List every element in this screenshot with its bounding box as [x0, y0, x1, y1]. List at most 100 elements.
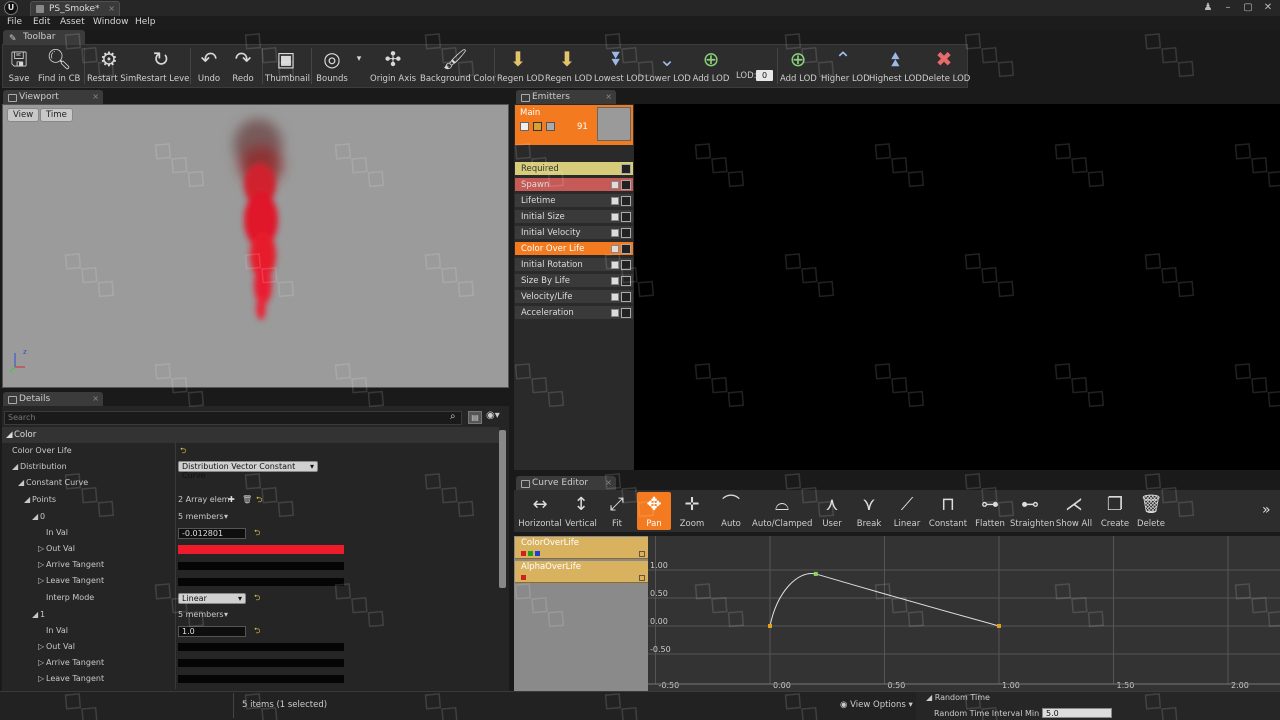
- add-lod-button[interactable]: ⊕ Add LOD: [692, 46, 730, 86]
- menu-asset[interactable]: Asset: [60, 17, 85, 27]
- redo-button[interactable]: ↷ Redo: [228, 46, 258, 86]
- menu-edit[interactable]: Edit: [33, 17, 50, 27]
- alpha-channel-icon[interactable]: [521, 575, 526, 580]
- delete-lod-button[interactable]: ✖ Delete LOD: [922, 46, 970, 86]
- document-tab[interactable]: PS_Smoke* ×: [30, 1, 120, 16]
- enable-checkbox[interactable]: [611, 293, 619, 301]
- curve-key[interactable]: [997, 624, 1001, 628]
- add-icon[interactable]: ✚: [228, 492, 235, 508]
- point-1-outval-color[interactable]: [178, 643, 344, 651]
- bounds-button[interactable]: ◎ Bounds: [314, 46, 350, 86]
- highest-lod-button[interactable]: ⏫︎ Highest LOD: [869, 46, 922, 86]
- enable-checkbox[interactable]: [611, 245, 619, 253]
- fit-button[interactable]: ⤢ Fit: [602, 492, 632, 530]
- lower-lod-button[interactable]: ⌄ Lower LOD: [645, 46, 691, 86]
- create-button[interactable]: ❐ Create: [1098, 492, 1132, 530]
- eye-icon[interactable]: ◉▾: [486, 410, 500, 421]
- curve-key[interactable]: [813, 571, 818, 576]
- close-tab-icon[interactable]: ×: [92, 90, 99, 104]
- details-tab[interactable]: Details ×: [3, 392, 103, 406]
- auto-button[interactable]: ⌒ Auto: [714, 492, 748, 530]
- point-1-leave-color[interactable]: [178, 675, 344, 683]
- graph-icon[interactable]: [621, 244, 631, 254]
- constant-button[interactable]: ⊓ Constant: [928, 492, 968, 530]
- zoom-button[interactable]: ✛ Zoom: [675, 492, 709, 530]
- show-all-button[interactable]: ⋌ Show All: [1054, 492, 1094, 530]
- toolbar-tab[interactable]: ✎ Toolbar: [3, 30, 85, 44]
- curve-alpha-over-life[interactable]: AlphaOverLife: [515, 561, 648, 583]
- curve-toggle[interactable]: [639, 575, 645, 581]
- straighten-button[interactable]: ⊷ Straighten: [1010, 492, 1055, 530]
- random-time-header[interactable]: ◢ Random Time: [926, 693, 990, 702]
- view-button[interactable]: View: [7, 108, 40, 122]
- curve-key[interactable]: [768, 624, 772, 628]
- point-0-arrive-color[interactable]: [178, 562, 344, 570]
- point-1-arrive-color[interactable]: [178, 659, 344, 667]
- enable-checkbox[interactable]: [611, 181, 619, 189]
- module-size-by-life[interactable]: Size By Life: [515, 274, 633, 288]
- lod-selector[interactable]: 0: [756, 70, 773, 81]
- minimize-icon[interactable]: –: [1220, 2, 1236, 14]
- graph-icon[interactable]: [621, 292, 631, 302]
- graph-icon[interactable]: [621, 164, 631, 174]
- point-0-leave-color[interactable]: [178, 578, 344, 586]
- curve-editor-tab[interactable]: Curve Editor ×: [516, 476, 616, 490]
- random-time-min-field[interactable]: 5.0: [1042, 708, 1112, 718]
- overflow-chevron-icon[interactable]: »: [1262, 502, 1271, 518]
- regen-lod-2-button[interactable]: ⬇ Regen LOD: [545, 46, 592, 86]
- module-required[interactable]: Required: [515, 162, 633, 176]
- module-acceleration[interactable]: Acceleration: [515, 306, 633, 320]
- delete-button[interactable]: 🗑︎ Delete: [1134, 492, 1168, 530]
- blue-channel-icon[interactable]: [535, 551, 540, 556]
- add-lod-2-button[interactable]: ⊕ Add LOD: [780, 46, 817, 86]
- reset-icon[interactable]: ⮌: [254, 525, 260, 541]
- horizontal-button[interactable]: ↔ Horizontal: [518, 492, 562, 530]
- menu-help[interactable]: Help: [135, 17, 156, 27]
- reset-icon[interactable]: ⮌: [180, 443, 186, 459]
- module-velocity-life[interactable]: Velocity/Life: [515, 290, 633, 304]
- enable-checkbox[interactable]: [611, 261, 619, 269]
- reset-icon[interactable]: ⮌: [254, 623, 260, 639]
- point-0-outval-color[interactable]: [178, 545, 344, 554]
- enable-checkbox[interactable]: [611, 197, 619, 205]
- time-button[interactable]: Time: [40, 108, 73, 122]
- chevron-down-icon[interactable]: ▾: [224, 509, 228, 525]
- close-window-icon[interactable]: ✕: [1260, 2, 1276, 14]
- background-color-button[interactable]: 🖌︎ Background Color: [420, 46, 496, 86]
- find-in-cb-button[interactable]: 🔍︎ Find in CB: [38, 46, 80, 86]
- vertical-button[interactable]: ↕ Vertical: [564, 492, 598, 530]
- curve-toggle[interactable]: [639, 551, 645, 557]
- enable-checkbox[interactable]: [611, 309, 619, 317]
- auto-clamped-button[interactable]: ⌓ Auto/Clamped: [752, 492, 812, 530]
- graph-icon[interactable]: [621, 228, 631, 238]
- enable-checkbox[interactable]: [611, 213, 619, 221]
- restart-sim-button[interactable]: ⚙ Restart Sim: [87, 46, 136, 86]
- module-spawn[interactable]: Spawn: [515, 178, 633, 192]
- menu-file[interactable]: File: [7, 17, 22, 27]
- close-tab-icon[interactable]: ×: [92, 392, 99, 406]
- enable-checkbox[interactable]: [611, 229, 619, 237]
- flatten-button[interactable]: ⊶ Flatten: [972, 492, 1008, 530]
- render-mode-icon[interactable]: [546, 122, 555, 131]
- restart-level-button[interactable]: ↻ Restart Level: [136, 46, 192, 86]
- lowest-lod-button[interactable]: ⏬︎ Lowest LOD: [594, 46, 644, 86]
- module-color-over-life[interactable]: Color Over Life: [515, 242, 633, 256]
- regen-lod-button[interactable]: ⬇ Regen LOD: [497, 46, 544, 86]
- details-scrollbar[interactable]: [499, 430, 506, 588]
- reset-icon[interactable]: ⮌: [256, 492, 262, 508]
- linear-button[interactable]: ⟋ Linear: [890, 492, 924, 530]
- undo-button[interactable]: ↶ Undo: [194, 46, 224, 86]
- origin-axis-button[interactable]: ✣ Origin Axis: [370, 46, 416, 86]
- menu-window[interactable]: Window: [93, 17, 129, 27]
- solo-icon[interactable]: [533, 122, 542, 131]
- higher-lod-button[interactable]: ⌃ Higher LOD: [821, 46, 870, 86]
- reset-icon[interactable]: ⮌: [254, 590, 260, 606]
- columns-icon[interactable]: ▤: [468, 411, 482, 424]
- module-initial-rotation[interactable]: Initial Rotation: [515, 258, 633, 272]
- red-channel-icon[interactable]: [521, 551, 526, 556]
- save-button[interactable]: 🖫 Save: [4, 46, 34, 86]
- graph-icon[interactable]: [621, 212, 631, 222]
- break-button[interactable]: ⋎ Break: [852, 492, 886, 530]
- user-button[interactable]: ⋏ User: [816, 492, 848, 530]
- user-icon[interactable]: ♟: [1200, 2, 1216, 14]
